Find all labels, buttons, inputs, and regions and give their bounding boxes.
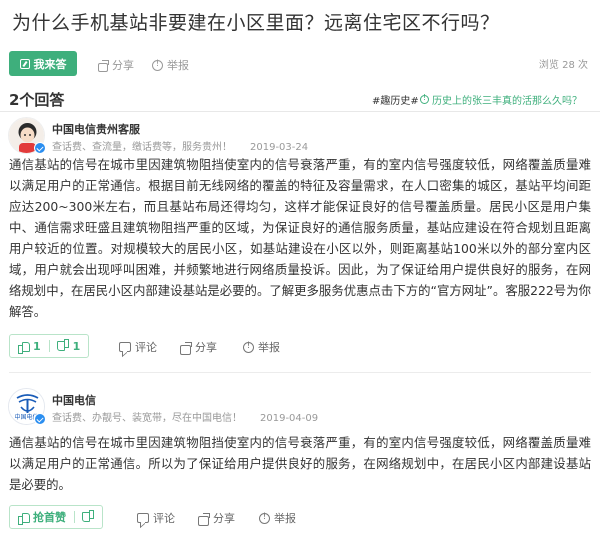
share-label: 分享 [213,512,235,525]
info-icon [420,93,429,104]
downvote-button[interactable] [75,506,102,528]
answer-actions: 1 1 评论 分享 举报 [0,334,600,360]
report-icon [243,341,254,353]
comment-button[interactable]: 评论 [137,510,175,526]
question-share-button[interactable]: 分享 [97,57,134,73]
downvote-count: 1 [72,339,81,353]
answer-date: 2019-03-24 [250,142,309,153]
thumb-up-icon [18,341,30,354]
first-vote-label: 抢首赞 [33,511,66,524]
comment-label: 评论 [153,512,175,525]
upvote-button[interactable]: 1 [10,335,49,357]
answer-button[interactable]: 我来答 [9,51,77,76]
thumb-down-icon [83,512,94,523]
report-label: 举报 [274,512,296,525]
report-icon [152,59,163,71]
answer-body: 通信基站的信号在城市里因建筑物阻挡使室内的信号衰落严重，有的室内信号强度较低，网… [9,157,591,319]
author-description: 查话费、查流量，缴话费等，服务贵州！ [52,142,232,153]
share-icon [198,512,210,526]
related-question-link[interactable]: 历史上的张三丰真的活那么久吗？ [420,92,582,107]
verified-icon [34,142,46,154]
share-button[interactable]: 分享 [180,339,217,355]
answer-button-label: 我来答 [33,57,67,71]
answer-body: 通信基站的信号在城市里因建筑物阻挡使室内的信号衰落严重，有的室内信号强度较低，网… [9,435,591,492]
share-button[interactable]: 分享 [198,510,235,526]
thumb-up-icon [18,512,30,525]
question-report-button[interactable]: 举报 [152,57,189,73]
view-count: 浏览 28 次 [538,60,588,71]
vote-box: 1 1 [9,334,90,358]
answers-header: 2个回答 #趣历史# 历史上的张三丰真的活那么久吗？ [0,86,600,112]
comment-button[interactable]: 评论 [119,339,157,355]
verified-icon [34,413,46,425]
share-icon [97,59,109,72]
related-question-label: 历史上的张三丰真的活那么久吗？ [432,96,582,107]
answers-count: 2个回答 [9,91,65,109]
answer-date: 2019-04-09 [260,413,319,424]
share-icon [180,341,192,355]
report-icon [259,512,270,524]
author-description: 查话费、办靓号、装宽带，尽在中国电信！ [52,413,242,424]
thumb-down-icon [58,341,69,352]
comment-icon [119,342,131,352]
topic-tag[interactable]: #趣历史# [372,92,419,107]
pen-icon [19,58,30,69]
report-button[interactable]: 举报 [259,510,296,526]
upvote-count: 1 [33,339,41,353]
vote-box: 抢首赞 [9,505,103,529]
question-share-label: 分享 [112,59,134,72]
report-button[interactable]: 举报 [243,339,280,355]
author-name[interactable]: 中国电信 [52,392,96,408]
question-title: 为什么手机基站非要建在小区里面？远离住宅区不行吗？ [12,12,500,34]
answer-divider [9,372,591,373]
comment-icon [137,513,149,523]
author-name[interactable]: 中国电信贵州客服 [52,121,140,137]
share-label: 分享 [195,341,217,354]
downvote-button[interactable]: 1 [50,335,89,357]
first-upvote-button[interactable]: 抢首赞 [10,506,74,528]
answer-actions: 抢首赞 评论 分享 举报 [0,505,600,531]
report-label: 举报 [258,341,280,354]
comment-label: 评论 [135,341,157,354]
question-report-label: 举报 [167,59,189,72]
